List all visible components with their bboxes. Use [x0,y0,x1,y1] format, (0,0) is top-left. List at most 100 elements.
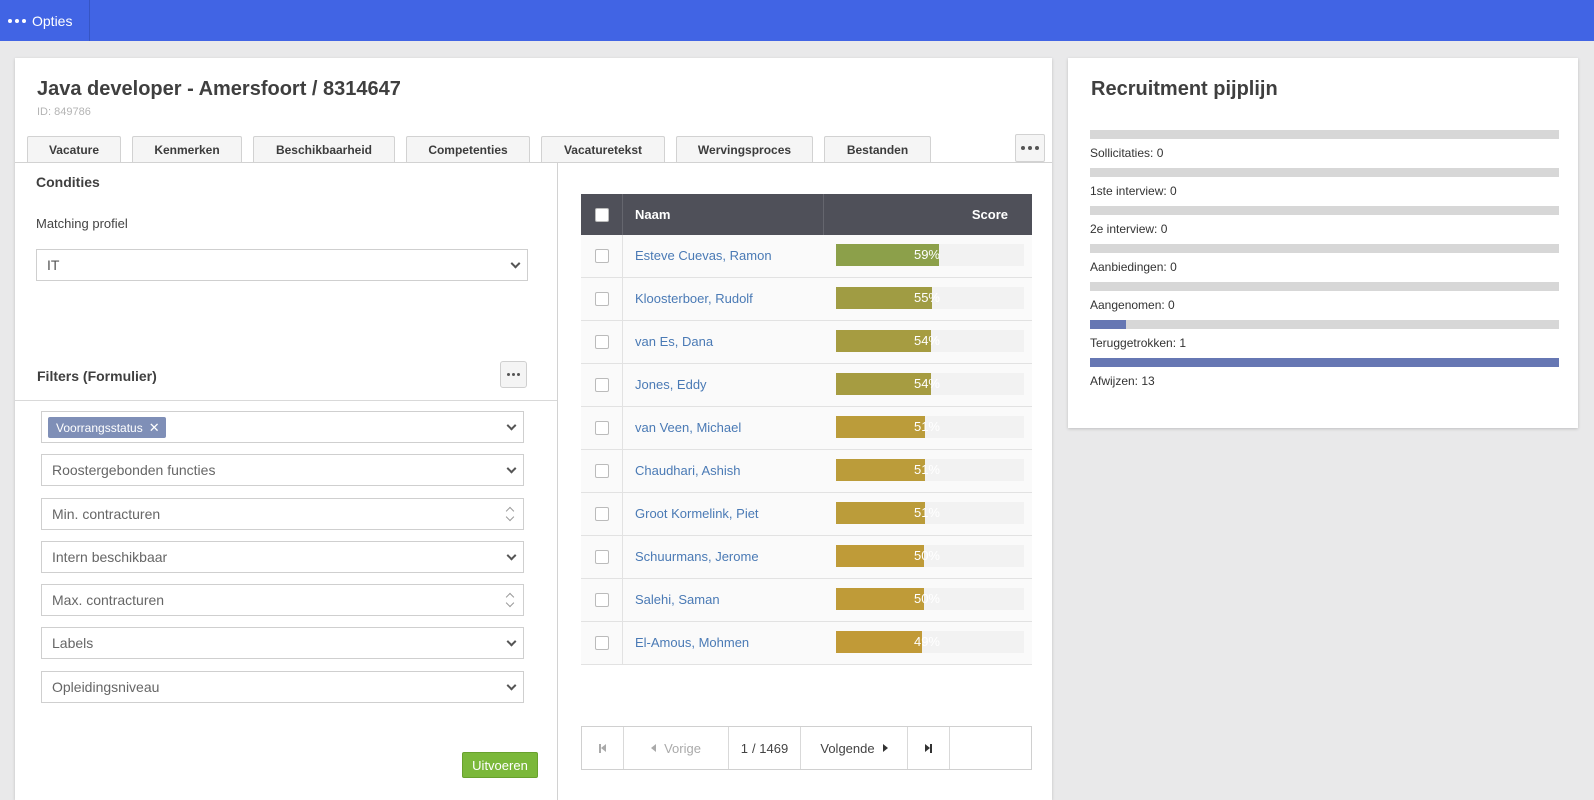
options-menu-button[interactable]: Opties [0,0,90,41]
table-row[interactable]: Jones, Eddy 54% [581,364,1032,407]
score-value: 50% [913,591,940,606]
first-page-button[interactable] [582,727,624,769]
filter-internal-available[interactable]: Intern beschikbaar [41,541,524,573]
row-checkbox[interactable] [594,421,609,435]
filter-roster-functions[interactable]: Roostergebonden functies [41,454,524,486]
total-pages: / 1469 [752,740,789,756]
tab-kenmerken[interactable]: Kenmerken [132,136,242,162]
select-all-checkbox[interactable] [594,207,609,222]
table-row[interactable]: Chaudhari, Ashish 51% [581,450,1032,493]
pipeline-item: 2e interview: 0 [1090,206,1559,236]
filter-max-hours[interactable]: Max. contracturen [41,584,524,616]
run-button[interactable]: Uitvoeren [462,752,538,778]
candidate-name-link[interactable]: El-Amous, Mohmen [635,635,749,650]
table-body: Esteve Cuevas, Ramon 59% Kloosterboer, Rud… [581,235,1032,665]
row-checkbox-cell [581,579,623,621]
pipeline-bar [1090,282,1559,291]
candidate-name-link[interactable]: van Veen, Michael [635,420,741,435]
row-checkbox[interactable] [594,550,609,564]
row-checkbox-cell [581,622,623,664]
filter-min-hours[interactable]: Min. contracturen [41,498,524,530]
tab-wervingsproces[interactable]: Wervingsproces [676,136,813,162]
prev-page-button[interactable]: Vorige [624,727,729,769]
chevron-down-icon [506,420,517,431]
score-value: 49% [913,634,940,649]
chevron-down-icon [510,258,521,269]
remove-tag-icon[interactable]: ✕ [149,420,160,436]
filter-placeholder: Max. contracturen [52,592,165,608]
matching-profile-select[interactable]: IT [36,249,528,281]
chevron-down-icon [506,463,517,474]
tab-bestanden[interactable]: Bestanden [824,136,931,162]
candidates-table: Naam Score Esteve Cuevas, Ramon 59% Kloost… [581,194,1032,665]
tab-vacature[interactable]: Vacature [27,136,121,162]
pipeline-item: Afwijzen: 13 [1090,358,1559,388]
pipeline-title: Recruitment pijplijn [1091,78,1278,100]
column-header-name[interactable]: Naam [635,207,670,222]
table-header: Naam Score [581,194,1032,235]
candidate-name-link[interactable]: van Es, Dana [635,334,713,349]
select-all-cell [581,194,623,235]
tab-divider [15,162,1052,163]
first-page-icon [599,743,606,753]
next-label: Volgende [820,740,875,756]
priority-status-multiselect[interactable]: Voorrangsstatus ✕ [41,411,524,443]
spinner-icon[interactable] [505,592,515,608]
candidate-name-link[interactable]: Groot Kormelink, Piet [635,506,759,521]
score-value: 54% [913,376,940,391]
tabs-more-button[interactable] [1015,134,1045,162]
table-row[interactable]: Kloosterboer, Rudolf 55% [581,278,1032,321]
table-row[interactable]: Esteve Cuevas, Ramon 59% [581,235,1032,278]
table-row[interactable]: Groot Kormelink, Piet 51% [581,493,1032,536]
pipeline-label: Aanbiedingen: 0 [1090,260,1177,274]
current-page-input[interactable]: 1 [741,741,748,756]
filters-divider [15,400,557,401]
column-separator [823,194,824,235]
row-checkbox[interactable] [594,292,609,306]
row-checkbox[interactable] [594,335,609,349]
row-checkbox[interactable] [594,636,609,650]
vacancy-card: Java developer - Amersfoort / 8314647 ID… [15,58,1052,800]
candidate-name-link[interactable]: Esteve Cuevas, Ramon [635,248,772,263]
row-checkbox[interactable] [594,593,609,607]
candidate-name-link[interactable]: Jones, Eddy [635,377,707,392]
chevron-down-icon [506,680,517,691]
score-bar: 54% [836,373,1024,395]
table-row[interactable]: Salehi, Saman 50% [581,579,1032,622]
row-checkbox-cell [581,493,623,535]
pipeline-label: Teruggetrokken: 1 [1090,336,1187,350]
candidate-name-link[interactable]: Salehi, Saman [635,592,720,607]
next-page-button[interactable]: Volgende [801,727,908,769]
last-page-button[interactable] [908,727,950,769]
row-checkbox[interactable] [594,378,609,392]
filter-labels[interactable]: Labels [41,627,524,659]
spinner-icon[interactable] [505,506,515,522]
filter-education-level[interactable]: Opleidingsniveau [41,671,524,703]
table-row[interactable]: Schuurmans, Jerome 50% [581,536,1032,579]
pagination: Vorige 1 / 1469 Volgende [581,726,1032,770]
filter-tag-label: Voorrangsstatus [56,420,143,435]
row-checkbox[interactable] [594,464,609,478]
candidate-name-link[interactable]: Chaudhari, Ashish [635,463,741,478]
table-row[interactable]: van Es, Dana 54% [581,321,1032,364]
column-header-score[interactable]: Score [972,207,1008,222]
candidate-name-link[interactable]: Kloosterboer, Rudolf [635,291,753,306]
score-value: 59% [913,247,940,262]
filter-placeholder: Min. contracturen [52,506,161,522]
filters-more-button[interactable] [500,361,527,388]
table-row[interactable]: van Veen, Michael 51% [581,407,1032,450]
table-row[interactable]: El-Amous, Mohmen 49% [581,622,1032,665]
last-page-icon [925,743,932,753]
tab-vacaturetekst[interactable]: Vacaturetekst [541,136,665,162]
filter-placeholder: Labels [52,635,94,651]
pipeline-bar [1090,320,1559,329]
row-checkbox-cell [581,450,623,492]
tab-competenties[interactable]: Competenties [406,136,530,162]
pipeline-label: Aangenomen: 0 [1090,298,1175,312]
candidate-name-link[interactable]: Schuurmans, Jerome [635,549,759,564]
pipeline-bar [1090,244,1559,253]
score-value: 51% [913,419,940,434]
row-checkbox[interactable] [594,507,609,521]
tab-beschikbaarheid[interactable]: Beschikbaarheid [253,136,395,162]
row-checkbox[interactable] [594,249,609,263]
